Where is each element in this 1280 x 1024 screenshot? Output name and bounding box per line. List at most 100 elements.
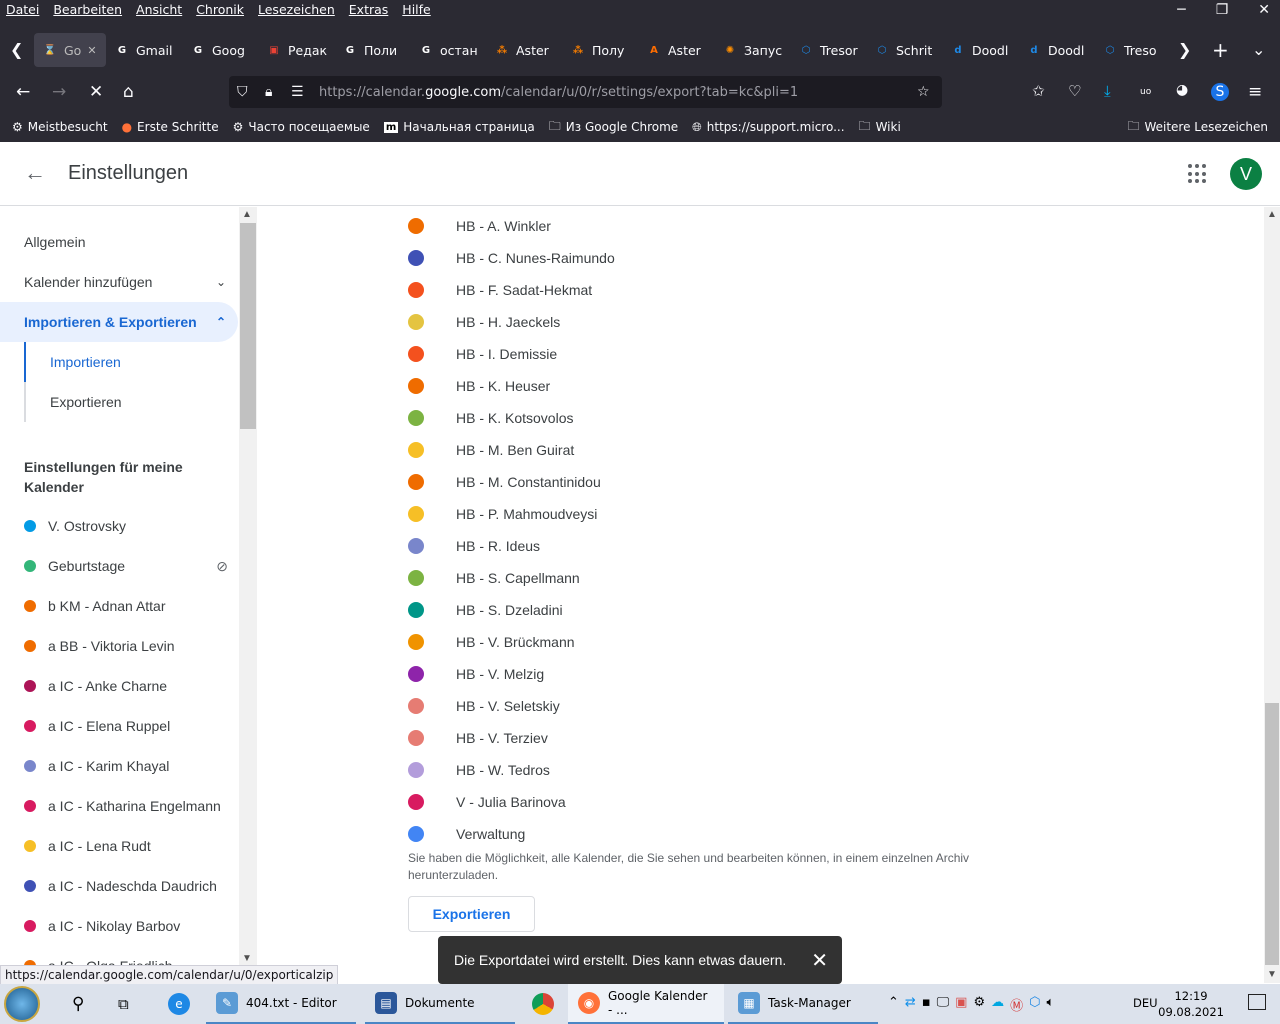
input-language[interactable]: DEU bbox=[1133, 996, 1158, 1010]
browser-tab[interactable]: ⬡ Schrit bbox=[866, 33, 942, 67]
menu-bearbeiten[interactable]: Bearbeiten bbox=[53, 0, 122, 22]
close-window-icon[interactable]: ✕ bbox=[1258, 2, 1270, 18]
browser-tab[interactable]: ⬡ Treso bbox=[1094, 33, 1170, 67]
cloud-icon[interactable]: ☁ bbox=[991, 995, 1004, 1014]
taskbar-item-taskmanager[interactable]: ▦ Task-Manager bbox=[728, 984, 878, 1024]
main-scrollbar[interactable]: ▲ ▼ bbox=[1264, 207, 1280, 983]
menu-ansicht[interactable]: Ansicht bbox=[136, 0, 182, 22]
sidebar-subitem-exportieren[interactable]: Exportieren bbox=[24, 382, 238, 422]
scroll-up-icon[interactable]: ▲ bbox=[242, 209, 252, 220]
menu-datei[interactable]: Datei bbox=[6, 0, 39, 22]
sidebar-calendar-item[interactable]: V. Ostrovsky bbox=[0, 506, 238, 546]
sidebar-calendar-item[interactable]: a IC - Karim Khayal bbox=[0, 746, 238, 786]
lock-icon[interactable]: 🔒︎ bbox=[265, 84, 272, 100]
bookmark-folder-chrome[interactable]: 🗀 Из Google Chrome bbox=[549, 117, 678, 138]
menu-extras[interactable]: Extras bbox=[349, 0, 389, 22]
restore-icon[interactable]: ❐ bbox=[1216, 2, 1229, 18]
browser-tab[interactable]: ⬡ Tresor bbox=[790, 33, 866, 67]
sidebar-calendar-item[interactable]: a IC - Lena Rudt bbox=[0, 826, 238, 866]
sidebar-calendar-item[interactable]: Geburtstage ⊘ bbox=[0, 546, 238, 586]
browser-tab[interactable]: ⁂ Aster bbox=[486, 33, 562, 67]
start-button[interactable] bbox=[4, 984, 40, 1024]
clock[interactable]: 12:19 09.08.2021 bbox=[1158, 988, 1224, 1020]
taskbar-item-editor[interactable]: ✎ 404.txt - Editor bbox=[206, 984, 356, 1024]
back-icon[interactable]: ← bbox=[16, 82, 30, 102]
edge-button[interactable]: e bbox=[158, 984, 200, 1024]
browser-tab[interactable]: ⌛ Go ✕ bbox=[34, 33, 106, 67]
sidebar-calendar-item[interactable]: a BB - Viktoria Levin bbox=[0, 626, 238, 666]
sidebar-item-import-export[interactable]: Importieren & Exportieren ⌃ bbox=[0, 302, 238, 342]
sidebar-calendar-item[interactable]: a IC - Olga Friedlich bbox=[0, 946, 238, 967]
scrollbar-thumb[interactable] bbox=[1265, 703, 1279, 965]
close-tab-icon[interactable]: ✕ bbox=[87, 44, 96, 57]
bookmark-folder-wiki[interactable]: 🗀 Wiki bbox=[859, 117, 901, 138]
forward-icon[interactable]: → bbox=[52, 82, 66, 102]
bookmark-folder-more[interactable]: 🗀 Weitere Lesezeichen bbox=[1127, 117, 1268, 138]
sidebar-calendar-item[interactable]: a IC - Anke Charne bbox=[0, 666, 238, 706]
tabs-scroll-right-icon[interactable]: ❯ bbox=[1178, 40, 1191, 59]
close-icon[interactable]: ✕ bbox=[811, 948, 828, 973]
browser-tab[interactable]: Gостан bbox=[410, 33, 486, 67]
tray-app-icon[interactable]: ⚙ bbox=[973, 995, 985, 1014]
sidebar-subitem-importieren[interactable]: Importieren bbox=[24, 342, 238, 382]
bookmark-erste-schritte[interactable]: ● Erste Schritte bbox=[122, 120, 219, 134]
tabs-scroll-left-icon[interactable]: ❮ bbox=[10, 40, 23, 59]
home-icon[interactable]: ⌂ bbox=[123, 82, 134, 102]
sidebar-item-kalender-hinzufuegen[interactable]: Kalender hinzufügen ⌄ bbox=[0, 262, 238, 302]
export-button[interactable]: Exportieren bbox=[408, 896, 535, 932]
bookmark-meistbesucht[interactable]: ⚙ Meistbesucht bbox=[12, 120, 108, 134]
tab-list-icon[interactable]: ⌄ bbox=[1252, 40, 1265, 59]
taskbar-item-firefox[interactable]: ◉ Google Kalender - ... bbox=[568, 984, 724, 1024]
minimize-icon[interactable]: ─ bbox=[1177, 2, 1185, 18]
browser-tab[interactable]: G Goog bbox=[182, 33, 258, 67]
scroll-down-icon[interactable]: ▼ bbox=[1267, 969, 1277, 980]
network-icon[interactable]: 🖵︎ bbox=[937, 995, 950, 1014]
search-button[interactable]: ⚲ bbox=[62, 984, 94, 1024]
menu-chronik[interactable]: Chronik bbox=[196, 0, 244, 22]
menu-lesezeichen[interactable]: Lesezeichen bbox=[258, 0, 335, 22]
tray-app-icon[interactable]: ▣ bbox=[955, 995, 967, 1014]
notification-icon[interactable] bbox=[1248, 994, 1266, 1010]
downloads-icon[interactable]: ⤓ bbox=[1104, 82, 1111, 100]
bookmark-nachalnaya[interactable]: m Начальная страница bbox=[383, 120, 535, 134]
tray-app-icon[interactable]: ▪ bbox=[922, 995, 931, 1014]
sidebar-item-allgemein[interactable]: Allgemein bbox=[0, 222, 238, 262]
url-bar[interactable]: ⛉ 🔒︎ ☰ https://calendar. google.com/calen… bbox=[229, 76, 942, 108]
bookmark-star-icon[interactable]: ☆ bbox=[917, 84, 930, 100]
scrollbar-thumb[interactable] bbox=[240, 223, 256, 429]
menu-hilfe[interactable]: Hilfe bbox=[402, 0, 430, 22]
teamviewer-icon[interactable]: ⇄ bbox=[905, 995, 916, 1014]
scroll-down-icon[interactable]: ▼ bbox=[242, 953, 252, 964]
sidebar-calendar-item[interactable]: b KM - Adnan Attar bbox=[0, 586, 238, 626]
chrome-button[interactable] bbox=[522, 984, 564, 1024]
extension-icon[interactable]: ◕ bbox=[1176, 82, 1188, 98]
skype-icon[interactable]: S bbox=[1211, 83, 1229, 101]
stop-loading-icon[interactable]: ✕ bbox=[89, 82, 103, 102]
back-arrow-icon[interactable]: ← bbox=[24, 160, 46, 186]
reading-list-icon[interactable]: ✩ bbox=[1032, 82, 1045, 100]
chevron-up-icon[interactable]: ⌃ bbox=[888, 995, 899, 1014]
browser-tab[interactable]: ✺ Запус bbox=[714, 33, 790, 67]
browser-tab[interactable]: d Doodl bbox=[1018, 33, 1094, 67]
google-apps-icon[interactable] bbox=[1188, 164, 1208, 184]
sidebar-calendar-item[interactable]: a IC - Nikolay Barbov bbox=[0, 906, 238, 946]
pocket-icon[interactable]: ♡ bbox=[1068, 82, 1081, 100]
browser-tab[interactable]: ▣ Редак bbox=[258, 33, 334, 67]
browser-tab[interactable]: G Поли bbox=[334, 33, 410, 67]
browser-tab[interactable]: d Doodl bbox=[942, 33, 1018, 67]
sidebar-calendar-item[interactable]: a IC - Elena Ruppel bbox=[0, 706, 238, 746]
sidebar-calendar-item[interactable]: a IC - Katharina Engelmann bbox=[0, 786, 238, 826]
tracking-protection-icon[interactable]: ⛉ bbox=[237, 84, 248, 100]
avatar[interactable]: V bbox=[1230, 158, 1262, 190]
browser-tab[interactable]: A Aster bbox=[638, 33, 714, 67]
task-view-button[interactable]: ⧉ bbox=[108, 984, 139, 1024]
new-tab-icon[interactable]: + bbox=[1212, 38, 1229, 62]
eye-off-icon[interactable]: ⊘ bbox=[216, 558, 228, 575]
taskbar-item-dokumente[interactable]: ▤ Dokumente bbox=[365, 984, 515, 1024]
bookmark-support-micro[interactable]: 🌐︎ https://support.micro... bbox=[692, 120, 844, 135]
ublock-icon[interactable]: uo bbox=[1140, 87, 1151, 97]
browser-tab[interactable]: ⁂ Полу bbox=[562, 33, 638, 67]
app-menu-icon[interactable]: ≡ bbox=[1248, 82, 1262, 102]
scroll-up-icon[interactable]: ▲ bbox=[1267, 209, 1277, 220]
sidebar-scrollbar[interactable]: ▲ ▼ bbox=[239, 207, 257, 967]
